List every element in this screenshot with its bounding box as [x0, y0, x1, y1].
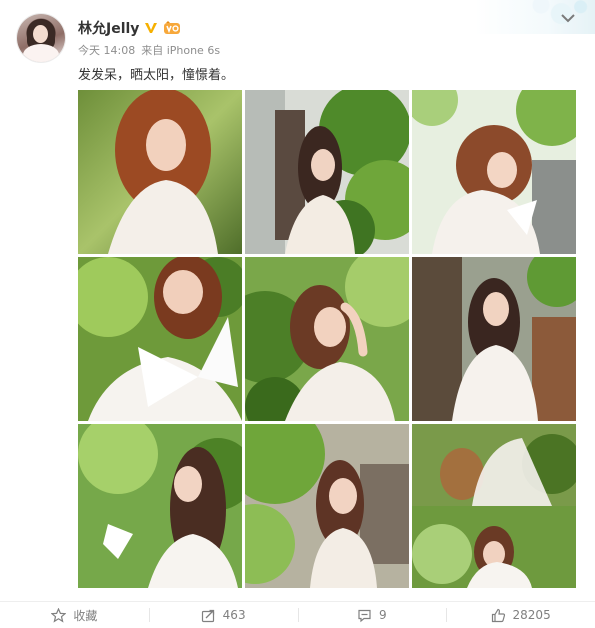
photo-7[interactable] [78, 424, 242, 588]
post-text: 发发呆，晒太阳，憧憬着。 [78, 68, 235, 83]
avatar[interactable] [17, 14, 65, 62]
favorite-label: 收藏 [73, 608, 98, 623]
photo-4[interactable] [78, 257, 242, 421]
post-meta: 今天 14:08 来自 iPhone 6s [78, 42, 220, 58]
comment-count: 9 [379, 608, 387, 622]
card-decoration [475, 0, 595, 34]
photo-9[interactable] [412, 424, 576, 588]
author-row: 林允Jelly [78, 18, 181, 38]
photo-2[interactable] [245, 90, 409, 254]
post-time[interactable]: 今天 14:08 [78, 42, 135, 58]
photo-3[interactable] [412, 90, 576, 254]
photo-grid [78, 90, 576, 588]
favorite-button[interactable]: 收藏 [0, 602, 149, 628]
like-button[interactable]: 28205 [446, 602, 595, 628]
action-bar: 收藏 463 9 28205 [0, 601, 595, 628]
repost-count: 463 [222, 608, 246, 622]
member-badge-icon[interactable] [163, 21, 181, 35]
comment-bubble-icon [358, 609, 371, 622]
weibo-post: 林允Jelly 今天 14:08 来自 iPhone 6s 发发呆，晒太阳，憧憬… [0, 0, 595, 628]
thumbs-up-icon [491, 608, 505, 622]
star-icon [51, 607, 67, 623]
photo-6[interactable] [412, 257, 576, 421]
photo-1[interactable] [78, 90, 242, 254]
vip-v-icon [145, 23, 158, 33]
like-count: 28205 [512, 608, 551, 622]
comment-button[interactable]: 9 [297, 602, 447, 628]
share-arrow-icon [201, 609, 214, 622]
chevron-down-icon[interactable] [561, 13, 575, 23]
repost-button[interactable]: 463 [148, 602, 298, 628]
photo-8[interactable] [245, 424, 409, 588]
post-source: 来自 iPhone 6s [141, 44, 221, 57]
photo-5[interactable] [245, 257, 409, 421]
username[interactable]: 林允Jelly [78, 18, 139, 38]
